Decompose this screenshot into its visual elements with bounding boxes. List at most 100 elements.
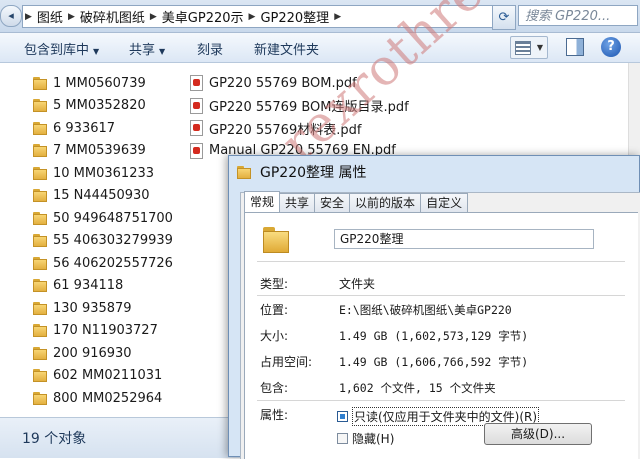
folder-name: 61 934118 [53, 278, 124, 294]
disk-size-value: 1.49 GB (1,606,766,592 字节) [339, 355, 529, 369]
pdf-icon [190, 142, 203, 159]
folder-icon [33, 211, 49, 225]
folder-icon [33, 76, 49, 90]
folder-icon [33, 189, 49, 203]
share-button[interactable]: 共享 ▼ [129, 39, 165, 58]
tab-sharing[interactable]: 共享 [279, 193, 316, 212]
folder-item[interactable]: 55 406303279939 [33, 230, 173, 253]
folder-icon [33, 256, 49, 270]
hidden-checkbox[interactable]: 隐藏(H) [337, 430, 394, 447]
breadcrumb-item[interactable]: 美卓GP220示 [159, 7, 247, 26]
folder-item[interactable]: 7 MM0539639 [33, 140, 173, 163]
refresh-icon[interactable]: ⟳ [492, 5, 516, 30]
folder-name: 1 MM0560739 [53, 75, 146, 91]
folder-name: 15 N44450930 [53, 188, 150, 204]
folder-name: 5 MM0352820 [53, 98, 146, 114]
chevron-right-icon: ▶ [25, 11, 32, 22]
list-view-icon [515, 41, 531, 55]
file-item[interactable]: GP220 55769 BOM.pdf [190, 72, 409, 95]
view-options-button[interactable]: ▼ [510, 36, 548, 59]
folder-item[interactable]: 5 MM0352820 [33, 95, 173, 118]
tab-security[interactable]: 安全 [314, 193, 351, 212]
search-input[interactable]: 搜索 GP220... [518, 5, 638, 26]
properties-dialog: GP220整理 属性 常规 共享 安全 以前的版本 自定义 GP220整理 类型… [228, 155, 640, 459]
chevron-right-icon: ▶ [248, 11, 256, 22]
folder-icon [33, 324, 49, 338]
breadcrumb-item[interactable]: 图纸 [34, 7, 66, 26]
address-bar: ◂ ▶ 图纸 ▶ 破碎机图纸 ▶ 美卓GP220示 ▶ GP220整理 ▶ ▼ … [0, 0, 640, 33]
chevron-right-icon: ▶ [334, 11, 342, 22]
folder-item[interactable]: 15 N44450930 [33, 185, 173, 208]
file-name: GP220 55769 BOM连版目录.pdf [209, 100, 409, 116]
folder-icon [33, 391, 49, 405]
folder-item[interactable]: 56 406202557726 [33, 252, 173, 275]
folder-column: 1 MM0560739 5 MM0352820 6 933617 7 MM053963… [33, 72, 173, 410]
folder-icon [33, 279, 49, 293]
size-value: 1.49 GB (1,602,573,129 字节) [339, 329, 529, 343]
general-panel: GP220整理 类型: 文件夹 位置: E:\图纸\破碎机图纸\美卓GP220 … [244, 212, 638, 459]
file-item[interactable]: GP220 55769材料表.pdf [190, 117, 409, 140]
folder-name: 10 MM0361233 [53, 165, 155, 181]
folder-item[interactable]: 200 916930 [33, 342, 173, 365]
folder-name: 130 935879 [53, 300, 132, 316]
tab-bar: 常规 共享 安全 以前的版本 自定义 [244, 191, 469, 213]
advanced-button[interactable]: 高级(D)... [484, 423, 592, 445]
command-bar: 包含到库中 ▼ 共享 ▼ 刻录 新建文件夹 ▼ ? [0, 33, 640, 63]
folder-item[interactable]: 602 MM0211031 [33, 365, 173, 388]
hidden-label: 隐藏(H) [352, 432, 395, 446]
folder-item[interactable]: 170 N11903727 [33, 320, 173, 343]
file-item[interactable]: GP220 55769 BOM连版目录.pdf [190, 95, 409, 118]
type-label: 类型: [260, 277, 289, 291]
folder-name: 6 933617 [53, 120, 116, 136]
folder-item[interactable]: 6 933617 [33, 117, 173, 140]
folder-item[interactable]: 10 MM0361233 [33, 162, 173, 185]
breadcrumb-item[interactable]: 破碎机图纸 [77, 7, 148, 26]
folder-name: 7 MM0539639 [53, 143, 146, 159]
folder-icon [33, 369, 49, 383]
folder-icon [261, 225, 291, 255]
folder-icon [33, 301, 49, 315]
folder-icon [33, 166, 49, 180]
tab-previous-versions[interactable]: 以前的版本 [349, 193, 422, 212]
chevron-right-icon: ▶ [67, 11, 75, 22]
pdf-icon [190, 120, 203, 137]
pdf-icon [190, 75, 203, 92]
folder-item[interactable]: 61 934118 [33, 275, 173, 298]
contains-value: 1,602 个文件, 15 个文件夹 [339, 381, 496, 395]
folder-icon [33, 234, 49, 248]
location-label: 位置: [260, 303, 289, 317]
chevron-down-icon: ▼ [159, 47, 166, 56]
divider [257, 400, 625, 401]
file-name: GP220 55769材料表.pdf [209, 122, 362, 138]
burn-button[interactable]: 刻录 [197, 39, 223, 58]
item-count: 19 个对象 [22, 431, 87, 447]
file-name: GP220 55769 BOM.pdf [209, 75, 357, 91]
dialog-title[interactable]: GP220整理 属性 [237, 162, 366, 182]
breadcrumb-item[interactable]: GP220整理 [257, 7, 332, 26]
folder-name: 55 406303279939 [53, 233, 173, 249]
folder-icon [33, 121, 49, 135]
preview-pane-icon[interactable] [566, 38, 584, 56]
tab-general[interactable]: 常规 [244, 191, 281, 212]
folder-item[interactable]: 800 MM0252964 [33, 387, 173, 410]
include-in-library-label: 包含到库中 [24, 43, 90, 58]
folder-name-field[interactable]: GP220整理 [334, 229, 594, 249]
back-icon[interactable]: ◂ [0, 5, 22, 27]
folder-icon [33, 144, 49, 158]
folder-icon [33, 346, 49, 360]
folder-icon [237, 165, 253, 179]
folder-item[interactable]: 50 949648751700 [33, 207, 173, 230]
tab-customize[interactable]: 自定义 [420, 193, 469, 212]
pdf-icon [190, 97, 203, 114]
folder-item[interactable]: 1 MM0560739 [33, 72, 173, 95]
include-in-library-button[interactable]: 包含到库中 ▼ [24, 39, 99, 58]
help-icon[interactable]: ? [601, 37, 621, 57]
folder-name: 200 916930 [53, 345, 132, 361]
new-folder-button[interactable]: 新建文件夹 [254, 39, 319, 58]
divider [257, 261, 625, 262]
divider [257, 295, 625, 296]
location-value: E:\图纸\破碎机图纸\美卓GP220 [339, 303, 512, 317]
folder-item[interactable]: 130 935879 [33, 297, 173, 320]
file-column: GP220 55769 BOM.pdf GP220 55769 BOM连版目录.p… [190, 72, 409, 162]
breadcrumb[interactable]: ▶ 图纸 ▶ 破碎机图纸 ▶ 美卓GP220示 ▶ GP220整理 ▶ ▼ [22, 5, 494, 28]
